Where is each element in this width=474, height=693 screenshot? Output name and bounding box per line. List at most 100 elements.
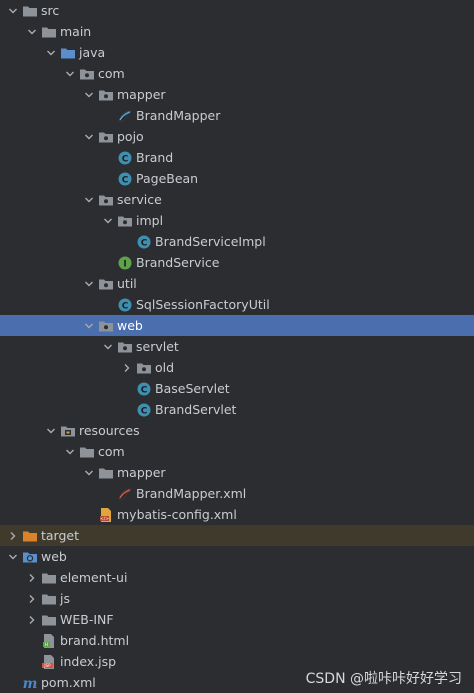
tree-target[interactable]: target: [0, 525, 474, 546]
tree-web-inf[interactable]: WEB-INF: [0, 609, 474, 630]
tree-res-mapper[interactable]: mapper: [0, 462, 474, 483]
tree-brandmapper[interactable]: BrandMapper: [0, 105, 474, 126]
svg-text:C: C: [141, 407, 148, 417]
tree-item-label: util: [117, 276, 137, 291]
tree-item-label: index.jsp: [60, 654, 117, 669]
package-icon: [98, 318, 114, 334]
chevron-down-icon[interactable]: [63, 63, 77, 84]
chevron-down-icon[interactable]: [82, 126, 96, 147]
tree-impl[interactable]: impl: [0, 210, 474, 231]
tree-item-label: PageBean: [136, 171, 199, 186]
tree-java[interactable]: java: [0, 42, 474, 63]
tree-sqlsessionfactoryutil[interactable]: C SqlSessionFactoryUtil: [0, 294, 474, 315]
tree-item-label: js: [60, 591, 70, 606]
chevron-right-icon[interactable]: [6, 525, 20, 546]
chevron-right-icon[interactable]: [25, 609, 39, 630]
package-icon: [117, 213, 133, 229]
tree-mapper[interactable]: mapper: [0, 84, 474, 105]
tree-item-label: servlet: [136, 339, 179, 354]
tree-pagebean[interactable]: C PageBean: [0, 168, 474, 189]
chevron-right-icon[interactable]: [25, 588, 39, 609]
folder-icon: [41, 570, 57, 586]
tree-item-label: service: [117, 192, 162, 207]
svg-text:JSP: JSP: [43, 663, 51, 668]
package-icon: [98, 192, 114, 208]
tree-item-label: Brand: [136, 150, 174, 165]
folder-icon: [22, 3, 38, 19]
svg-text:C: C: [141, 239, 148, 249]
tree-item-label: pojo: [117, 129, 144, 144]
tree-item-label: pom.xml: [41, 675, 96, 690]
tree-brand[interactable]: C Brand: [0, 147, 474, 168]
tree-old[interactable]: old: [0, 357, 474, 378]
package-icon: [98, 129, 114, 145]
tree-pojo[interactable]: pojo: [0, 126, 474, 147]
svg-text:C: C: [122, 155, 129, 165]
chevron-down-icon[interactable]: [101, 210, 115, 231]
svg-text:C: C: [122, 302, 129, 312]
chevron-right-icon[interactable]: [120, 357, 134, 378]
tree-js[interactable]: js: [0, 588, 474, 609]
tree-item-label: SqlSessionFactoryUtil: [136, 297, 270, 312]
tree-res-com[interactable]: com: [0, 441, 474, 462]
html-file-icon: H: [41, 633, 57, 649]
package-icon: [117, 339, 133, 355]
jsp-file-icon: JSP: [41, 654, 57, 670]
tree-brand-html[interactable]: Hbrand.html: [0, 630, 474, 651]
tree-brandservice[interactable]: I BrandService: [0, 252, 474, 273]
tree-item-label: brand.html: [60, 633, 130, 648]
tree-web-root[interactable]: web: [0, 546, 474, 567]
tree-resources[interactable]: resources: [0, 420, 474, 441]
chevron-down-icon[interactable]: [82, 84, 96, 105]
chevron-down-icon[interactable]: [44, 420, 58, 441]
tree-item-label: BrandService: [136, 255, 220, 270]
package-icon: [136, 360, 152, 376]
tree-item-label: com: [98, 66, 125, 81]
maven-icon: m: [22, 675, 38, 691]
tree-mybatis-config[interactable]: </> mybatis-config.xml: [0, 504, 474, 525]
chevron-down-icon[interactable]: [6, 546, 20, 567]
chevron-down-icon[interactable]: [63, 441, 77, 462]
tree-item-label: BaseServlet: [155, 381, 230, 396]
tree-brandserviceimpl[interactable]: C BrandServiceImpl: [0, 231, 474, 252]
tree-item-label: BrandMapper: [136, 108, 221, 123]
tree-baseservlet[interactable]: C BaseServlet: [0, 378, 474, 399]
tree-element-ui[interactable]: element-ui: [0, 567, 474, 588]
class-icon: C: [136, 234, 152, 250]
mybatis-mapper-icon: [117, 108, 133, 124]
chevron-down-icon[interactable]: [25, 21, 39, 42]
tree-item-label: WEB-INF: [60, 612, 114, 627]
package-icon: [98, 87, 114, 103]
tree-main[interactable]: main: [0, 21, 474, 42]
chevron-down-icon[interactable]: [101, 336, 115, 357]
tree-item-label: target: [41, 528, 80, 543]
tree-web[interactable]: web: [0, 315, 474, 336]
chevron-down-icon[interactable]: [82, 273, 96, 294]
svg-text:H: H: [45, 642, 48, 648]
tree-item-label: com: [98, 444, 125, 459]
chevron-right-icon[interactable]: [25, 567, 39, 588]
chevron-down-icon[interactable]: [6, 0, 20, 21]
tree-item-label: web: [41, 549, 67, 564]
tree-item-label: element-ui: [60, 570, 128, 585]
watermark: CSDN @啦咔咔好好学习: [305, 671, 462, 687]
chevron-down-icon[interactable]: [82, 189, 96, 210]
tree-brandservlet[interactable]: C BrandServlet: [0, 399, 474, 420]
folder-icon: [41, 24, 57, 40]
tree-servlet[interactable]: servlet: [0, 336, 474, 357]
chevron-down-icon[interactable]: [44, 42, 58, 63]
interface-icon: I: [117, 255, 133, 271]
class-icon: C: [136, 402, 152, 418]
tree-item-label: BrandServlet: [155, 402, 237, 417]
svg-text:C: C: [141, 386, 148, 396]
tree-src[interactable]: src: [0, 0, 474, 21]
tree-com[interactable]: com: [0, 63, 474, 84]
tree-service[interactable]: service: [0, 189, 474, 210]
chevron-down-icon[interactable]: [82, 462, 96, 483]
class-icon: C: [117, 297, 133, 313]
resources-folder-icon: [60, 423, 76, 439]
tree-item-label: old: [155, 360, 175, 375]
tree-util[interactable]: util: [0, 273, 474, 294]
chevron-down-icon[interactable]: [82, 315, 96, 336]
tree-brandmapper-xml[interactable]: BrandMapper.xml: [0, 483, 474, 504]
